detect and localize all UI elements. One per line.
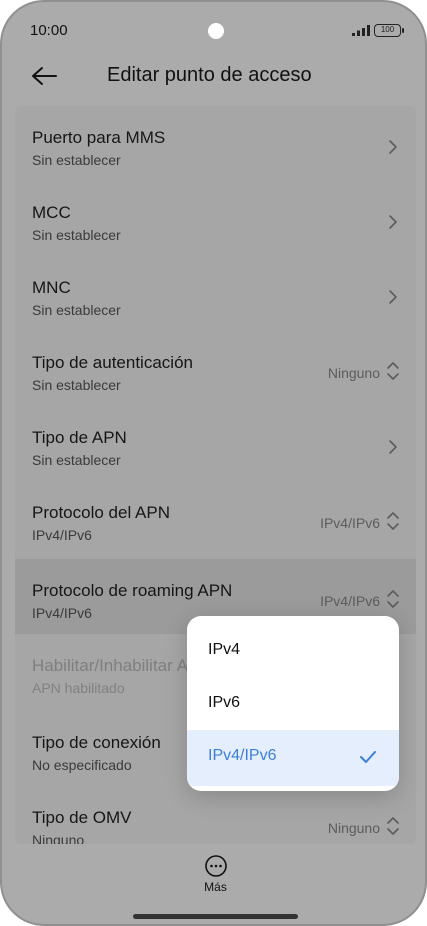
item-value: Ninguno [327,365,380,381]
up-down-icon [387,512,399,530]
item-value: IPv4/IPv6 [320,515,380,531]
dropdown-option-ipv6[interactable]: IPv6 [187,677,399,733]
list-item-tipo-autenticacion[interactable]: Tipo de autenticación Sin establecer Nin… [15,331,416,406]
item-title: Habilitar/Inhabilitar APN [32,656,212,675]
chevron-right-icon [389,440,397,454]
chevron-right-icon [389,140,397,154]
page-title: Editar punto de acceso [107,64,312,86]
item-subtitle: IPv4/IPv6 [32,605,92,621]
item-subtitle: IPv4/IPv6 [32,527,92,543]
item-title: Tipo de OMV [32,808,132,827]
dropdown-option-ipv4[interactable]: IPv4 [187,624,399,680]
item-subtitle: Sin establecer [32,302,121,318]
dropdown-option-ipv4-ipv6[interactable]: IPv4/IPv6 [187,730,399,786]
more-dots-icon[interactable] [204,854,228,878]
status-bar: 10:00 100 [2,2,425,58]
item-subtitle: APN habilitado [32,680,125,696]
up-down-icon [387,590,399,608]
chevron-right-icon [389,290,397,304]
option-label: IPv6 [208,694,241,711]
list-item-tipo-apn[interactable]: Tipo de APN Sin establecer [15,406,416,481]
option-label: IPv4/IPv6 [208,747,277,764]
item-value: IPv4/IPv6 [320,593,380,609]
more-label[interactable]: Más [2,880,425,894]
item-title: Protocolo del APN [32,503,170,522]
item-title: Puerto para MMS [32,128,166,147]
item-title: Tipo de APN [32,428,127,447]
item-subtitle: Ninguno [32,832,85,844]
option-label: IPv4 [208,641,241,658]
protocol-dropdown: IPv4 IPv6 IPv4/IPv6 [187,616,399,791]
item-title: Tipo de autenticación [32,353,193,372]
list-item-mcc[interactable]: MCC Sin establecer [15,181,416,256]
header: Editar punto de acceso [2,58,425,98]
item-title: Protocolo de roaming APN [32,581,233,600]
item-subtitle: Sin establecer [32,227,121,243]
item-title: Tipo de conexión [32,733,161,752]
battery-icon: 100 [374,24,404,37]
item-subtitle: Sin establecer [32,452,121,468]
list-item-tipo-omv[interactable]: Tipo de OMV Ninguno Ninguno [15,786,416,844]
item-subtitle: Sin establecer [32,377,121,393]
check-icon [360,751,376,763]
item-title: MNC [32,278,71,297]
item-subtitle: Sin establecer [32,152,121,168]
list-item-protocolo-apn[interactable]: Protocolo del APN IPv4/IPv6 IPv4/IPv6 [15,481,416,556]
item-value: Ninguno [327,820,380,836]
signal-icon [352,25,370,36]
back-arrow-icon[interactable] [30,64,58,88]
up-down-icon [387,817,399,835]
front-camera [208,23,224,39]
home-indicator[interactable] [133,914,298,919]
list-item-puerto-mms[interactable]: Puerto para MMS Sin establecer [15,106,416,181]
chevron-right-icon [389,215,397,229]
item-title: MCC [32,203,71,222]
list-item-mnc[interactable]: MNC Sin establecer [15,256,416,331]
item-subtitle: No especificado [32,757,132,773]
status-time: 10:00 [30,22,68,39]
phone-screen: 10:00 100 Editar punto de acceso Puerto … [0,0,427,926]
bottom-bar: Más [2,844,425,924]
up-down-icon [387,362,399,380]
